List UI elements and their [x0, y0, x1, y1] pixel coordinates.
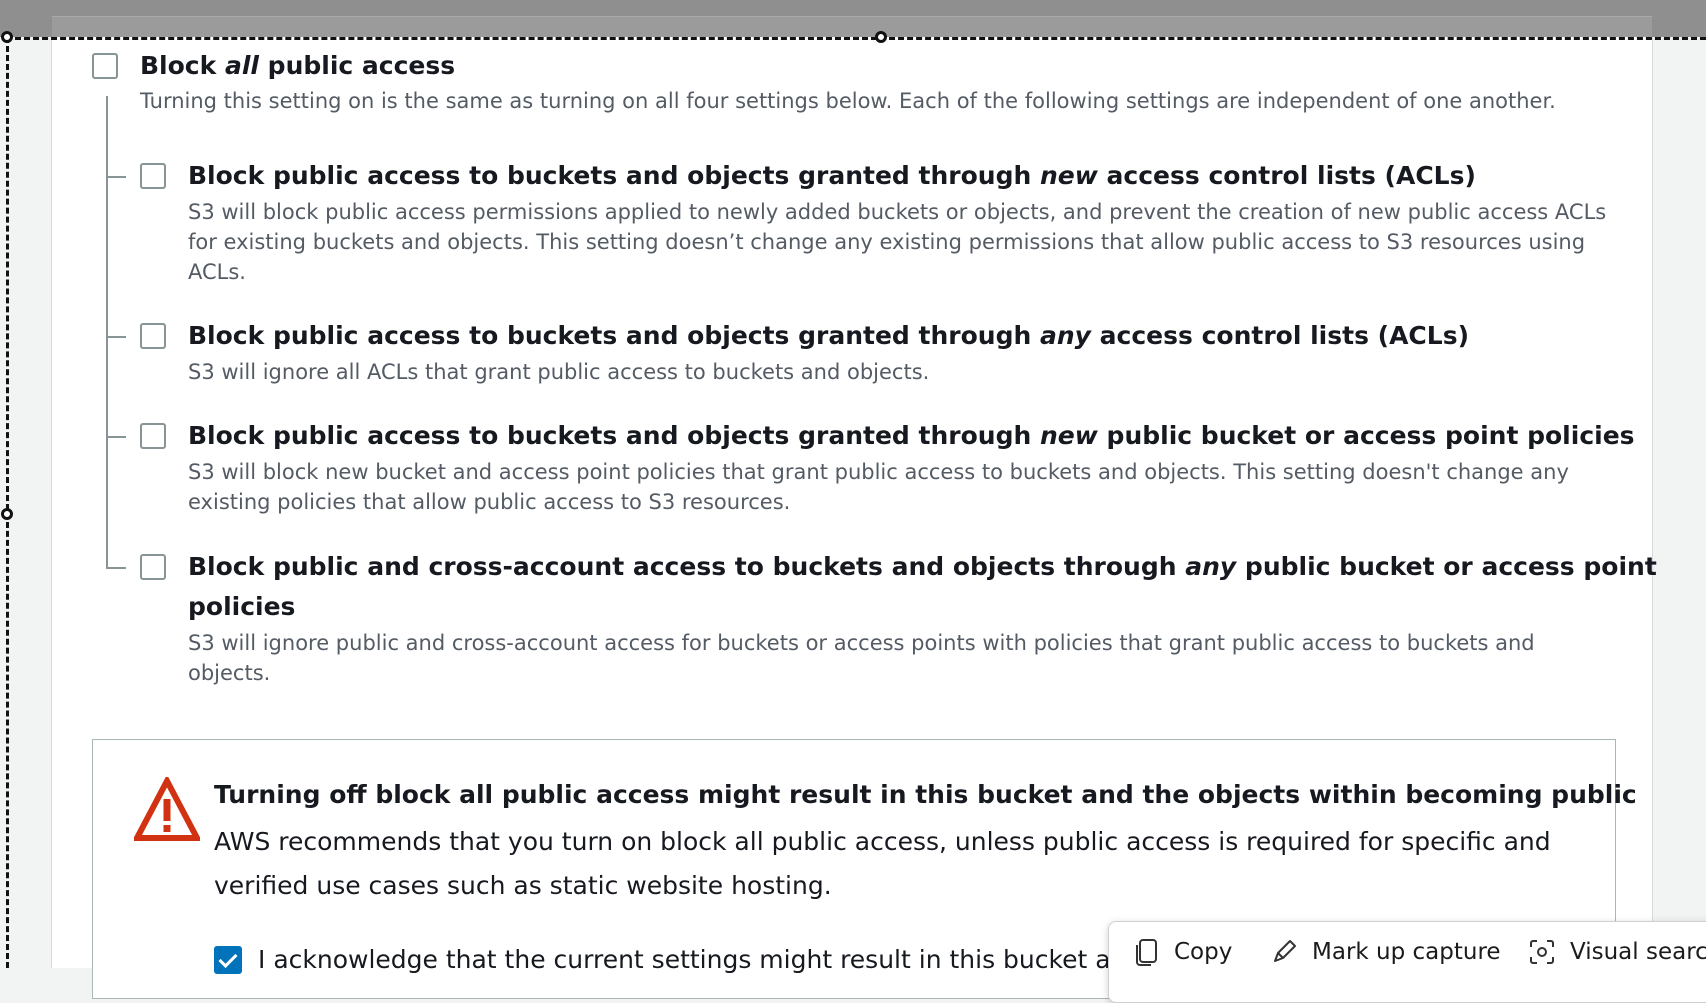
pen-icon	[1274, 940, 1296, 962]
visual-search-label: Visual searc	[1570, 939, 1706, 965]
tree-branch	[106, 567, 126, 569]
top-strip-inner	[52, 16, 1652, 38]
markup-button[interactable]: Mark up capture	[1270, 938, 1501, 966]
block-all-description: Turning this setting on is the same as t…	[140, 89, 1556, 113]
visual-search-button[interactable]: Visual searc	[1528, 938, 1706, 966]
acknowledge-checkbox[interactable]	[214, 946, 242, 974]
block-new-policies-title: Block public access to buckets and objec…	[188, 421, 1635, 450]
warning-title: Turning off block all public access migh…	[214, 780, 1637, 809]
right-gutter	[1652, 37, 1706, 968]
block-new-policies-description: S3 will block new bucket and access poin…	[188, 460, 1569, 514]
copy-label: Copy	[1174, 939, 1233, 965]
copy-button[interactable]: Copy	[1134, 938, 1232, 966]
block-new-acls-checkbox[interactable]	[140, 163, 166, 189]
block-new-acls-description: S3 will block public access permissions …	[188, 200, 1607, 284]
window-top-strip	[0, 0, 1706, 38]
block-any-acls-title: Block public access to buckets and objec…	[188, 321, 1470, 350]
block-any-acls-description: S3 will ignore all ACLs that grant publi…	[188, 360, 930, 384]
block-new-acls-title: Block public access to buckets and objec…	[188, 161, 1476, 190]
selection-handle-top-middle[interactable]	[875, 31, 887, 43]
selection-handle-middle-left[interactable]	[1, 508, 13, 520]
block-cross-account-title: Block public and cross-account access to…	[188, 552, 1657, 581]
block-all-title: Block all public access	[140, 51, 456, 80]
copy-icon	[1136, 939, 1157, 966]
tree-branch	[106, 436, 126, 438]
block-any-acls-checkbox[interactable]	[140, 323, 166, 349]
block-new-policies-checkbox[interactable]	[140, 423, 166, 449]
block-cross-account-description: S3 will ignore public and cross-account …	[188, 631, 1535, 685]
tree-branch	[106, 336, 126, 338]
right-divider	[1652, 37, 1653, 968]
warning-icon	[134, 777, 200, 841]
block-cross-account-title-line2: policies	[188, 592, 296, 621]
block-cross-account-checkbox[interactable]	[140, 554, 166, 580]
markup-label: Mark up capture	[1312, 939, 1501, 965]
selection-handle-top-left[interactable]	[1, 31, 13, 43]
tree-connector	[106, 96, 108, 569]
warning-text: AWS recommends that you turn on block al…	[214, 827, 1551, 900]
block-all-checkbox[interactable]	[92, 53, 118, 79]
tree-branch	[106, 176, 126, 178]
visual-search-icon	[1530, 940, 1554, 964]
left-gutter	[0, 37, 52, 968]
acknowledge-label: I acknowledge that the current settings …	[258, 945, 1111, 974]
